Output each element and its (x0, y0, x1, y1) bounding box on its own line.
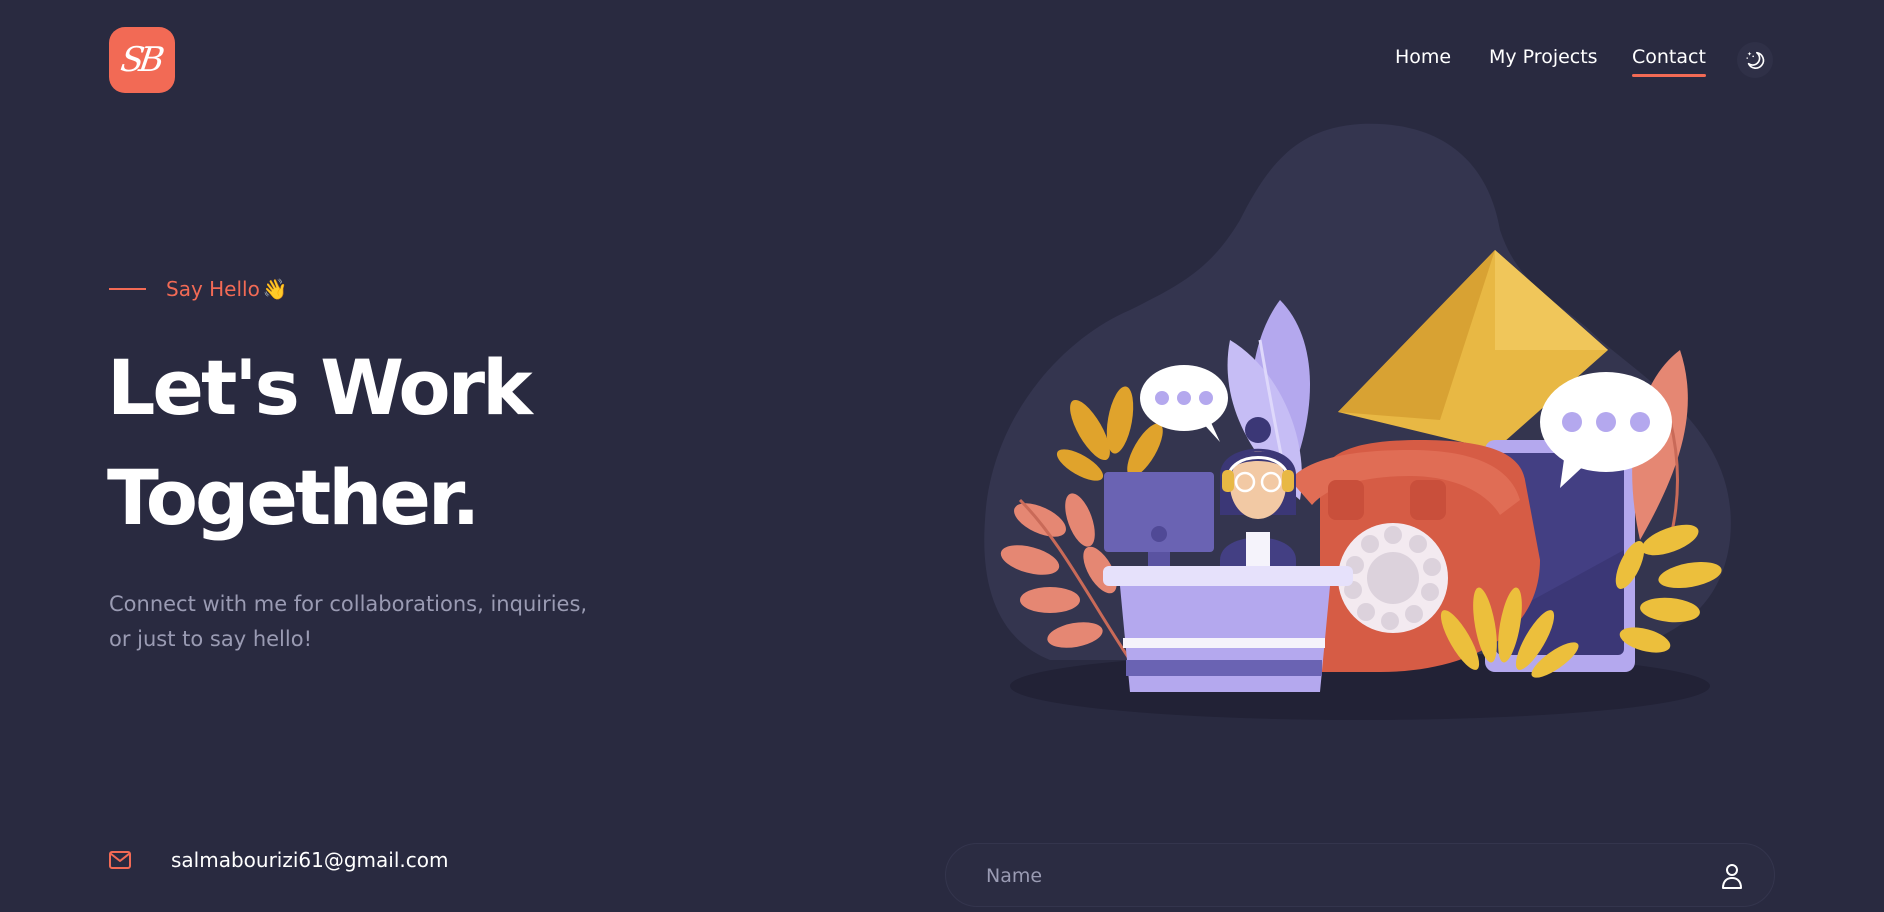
eyebrow-label: Say Hello (166, 277, 260, 301)
hero-subtitle: Connect with me for collaborations, inqu… (109, 592, 588, 651)
email-address: salmabourizi61@gmail.com (171, 848, 449, 872)
eyebrow-line (109, 288, 146, 290)
headline-line-2: Together. (107, 453, 480, 542)
name-field[interactable] (945, 843, 1775, 908)
main-nav: Home My Projects Contact (0, 46, 1884, 77)
say-hello-eyebrow: Say Hello 👋 (109, 276, 288, 302)
nav-my-projects[interactable]: My Projects (1489, 46, 1598, 68)
wave-emoji: 👋 (262, 277, 288, 301)
name-input[interactable] (984, 844, 1668, 908)
contact-illustration (984, 123, 1731, 720)
headline-line-1: Let's Work (107, 343, 533, 432)
mail-icon (109, 851, 131, 869)
page-title: Let's Work Together. (107, 333, 533, 553)
user-icon (1722, 864, 1742, 889)
email-contact[interactable]: salmabourizi61@gmail.com (109, 848, 448, 872)
moon-stars-icon (1746, 51, 1765, 69)
theme-toggle-button[interactable] (1737, 42, 1773, 78)
nav-home[interactable]: Home (1395, 46, 1451, 68)
nav-contact[interactable]: Contact (1632, 46, 1706, 77)
